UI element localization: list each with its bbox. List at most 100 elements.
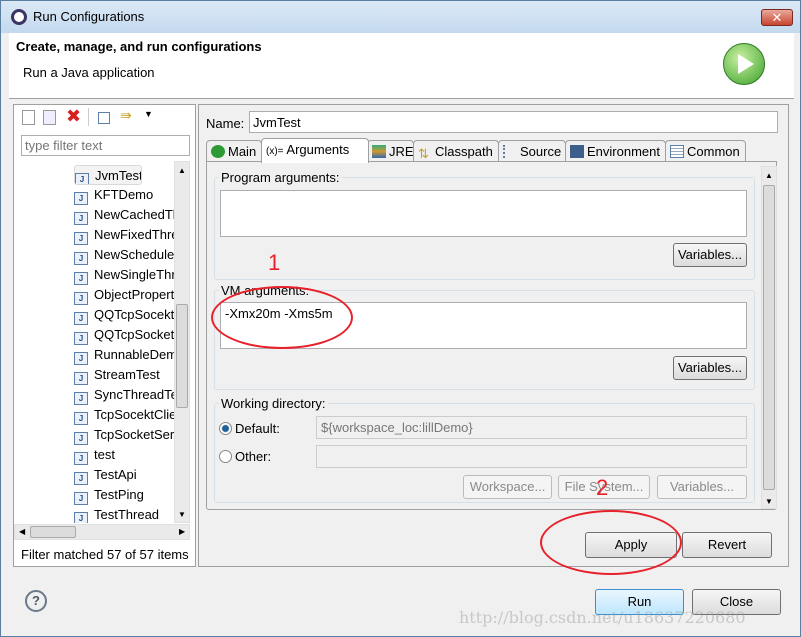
default-directory-field: ${workspace_loc:lillDemo} <box>316 416 747 439</box>
title-bar: Run Configurations ✕ <box>1 1 800 33</box>
default-radio[interactable] <box>219 422 232 435</box>
list-item-label: TestApi <box>94 467 137 482</box>
scroll-left-icon[interactable]: ◀ <box>19 527 25 536</box>
list-item-label: TestPing <box>94 487 144 502</box>
new-configuration-icon[interactable] <box>22 110 35 125</box>
collapse-all-icon[interactable] <box>98 112 110 124</box>
vm-variables-button[interactable]: Variables... <box>673 356 747 380</box>
list-item[interactable]: J RunnableDemo <box>74 345 187 365</box>
working-variables-button[interactable]: Variables... <box>657 475 747 499</box>
list-item[interactable]: J NewFixedThrea <box>74 225 187 245</box>
other-radio[interactable] <box>219 450 232 463</box>
java-class-icon: J <box>74 512 88 523</box>
java-class-icon: J <box>74 192 88 205</box>
java-class-icon: J <box>75 173 89 184</box>
filter-input[interactable] <box>21 135 190 156</box>
java-class-icon: J <box>74 392 88 405</box>
vertical-scrollbar[interactable]: ▲ ▼ <box>174 161 190 523</box>
filter-icon[interactable]: ⇛ <box>120 107 132 124</box>
run-icon <box>723 43 765 85</box>
view-menu-icon[interactable]: ▼ <box>144 109 153 119</box>
revert-button[interactable]: Revert <box>682 532 772 558</box>
list-item[interactable]: J TestApi <box>74 465 187 485</box>
list-item[interactable]: J TcpSocektClient <box>74 405 187 425</box>
configuration-list: J JvmTest J KFTDemo J NewCachedThre J NewFixedT… <box>14 161 195 523</box>
tab-jre[interactable]: JRE <box>367 140 414 162</box>
java-class-icon: J <box>74 452 88 465</box>
list-item[interactable]: J NewScheduledT <box>74 245 187 265</box>
dialog-header: Create, manage, and run configurations R… <box>9 33 794 99</box>
working-directory-label: Working directory: <box>219 396 328 411</box>
list-item[interactable]: J JvmTest <box>74 165 142 185</box>
scroll-down-icon[interactable]: ▼ <box>765 497 773 506</box>
program-arguments-label: Program arguments: <box>219 170 342 185</box>
tab-classpath[interactable]: ⇅ Classpath <box>413 140 499 162</box>
tab-label: Environment <box>587 144 660 159</box>
list-item-label: QQTcpSocektCl <box>94 307 187 322</box>
tab-source[interactable]: Source <box>498 140 566 162</box>
tab-label: Arguments <box>286 142 350 157</box>
java-class-icon: J <box>74 352 88 365</box>
h-scroll-thumb[interactable] <box>30 526 76 538</box>
content-scrollbar[interactable]: ▲ ▼ <box>761 166 777 509</box>
list-item[interactable]: J QQTcpSocektCl <box>74 305 187 325</box>
watermark: http://blog.csdn.net/u18637220680 <box>459 608 746 627</box>
help-icon[interactable]: ? <box>25 590 47 612</box>
list-item-label: StreamTest <box>94 367 160 382</box>
program-arguments-input[interactable] <box>220 190 747 237</box>
scroll-down-icon[interactable]: ▼ <box>178 510 186 519</box>
list-item[interactable]: J KFTDemo <box>74 185 187 205</box>
tab-label: Source <box>520 144 562 159</box>
other-label: Other: <box>235 449 272 464</box>
scroll-right-icon[interactable]: ▶ <box>179 527 185 536</box>
other-directory-field[interactable] <box>316 445 747 468</box>
scroll-up-icon[interactable]: ▲ <box>178 166 186 175</box>
java-class-icon: J <box>74 312 88 325</box>
list-item-label: TestThread <box>94 507 160 522</box>
tab-main[interactable]: Main <box>206 140 262 162</box>
header-title: Create, manage, and run configurations <box>16 39 262 54</box>
list-item[interactable]: Jtest <box>74 445 187 465</box>
list-item[interactable]: J ObjectPropertie <box>74 285 187 305</box>
list-item[interactable]: J TcpSocketServe <box>74 425 187 445</box>
close-window-button[interactable]: ✕ <box>761 9 793 26</box>
scroll-thumb[interactable] <box>763 185 775 490</box>
arguments-icon: (x)= <box>266 146 284 157</box>
delete-icon[interactable]: ✖ <box>66 106 81 127</box>
default-label: Default: <box>235 421 280 436</box>
list-item[interactable]: J QQTcpSocketSe <box>74 325 187 345</box>
configuration-tree-panel: ✖ ⇛ ▼ JJvmTestJKFTDemoJNewCachedThreJNew… <box>13 104 196 567</box>
tab-label: Classpath <box>435 144 493 159</box>
list-item[interactable]: J TestThread <box>74 505 187 523</box>
common-icon <box>670 145 684 158</box>
tab-arguments[interactable]: (x)= Arguments <box>261 138 369 163</box>
list-item[interactable]: J StreamTest <box>74 365 187 385</box>
environment-icon <box>570 145 584 158</box>
name-input[interactable] <box>249 111 778 133</box>
scroll-up-icon[interactable]: ▲ <box>765 171 773 180</box>
list-item[interactable]: J TestPing <box>74 485 187 505</box>
scroll-thumb[interactable] <box>176 304 188 408</box>
list-item-label: RunnableDemo <box>94 347 185 362</box>
annotation-ellipse-apply <box>540 510 682 575</box>
main-icon <box>211 145 225 158</box>
list-item-label: KFTDemo <box>94 187 154 202</box>
program-variables-button[interactable]: Variables... <box>673 243 747 267</box>
list-item-label: JvmTest <box>95 168 142 183</box>
annotation-number-1: 1 <box>268 250 281 275</box>
list-item[interactable]: J SyncThreadTest <box>74 385 187 405</box>
horizontal-scrollbar[interactable]: ◀ ▶ <box>14 524 190 540</box>
list-item[interactable]: J NewCachedThre <box>74 205 187 225</box>
window-title: Run Configurations <box>33 9 145 24</box>
list-item[interactable]: J NewSingleThrea <box>74 265 187 285</box>
list-item-label: test <box>94 447 115 462</box>
workspace-button[interactable]: Workspace... <box>463 475 552 499</box>
java-class-icon: J <box>74 432 88 445</box>
java-class-icon: J <box>74 212 88 225</box>
header-subtitle: Run a Java application <box>23 65 155 80</box>
java-class-icon: J <box>74 272 88 285</box>
tab-environment[interactable]: Environment <box>565 140 666 162</box>
duplicate-icon[interactable] <box>43 110 56 125</box>
list-item-label: NewFixedThrea <box>94 227 186 242</box>
tab-common[interactable]: Common <box>665 140 746 162</box>
